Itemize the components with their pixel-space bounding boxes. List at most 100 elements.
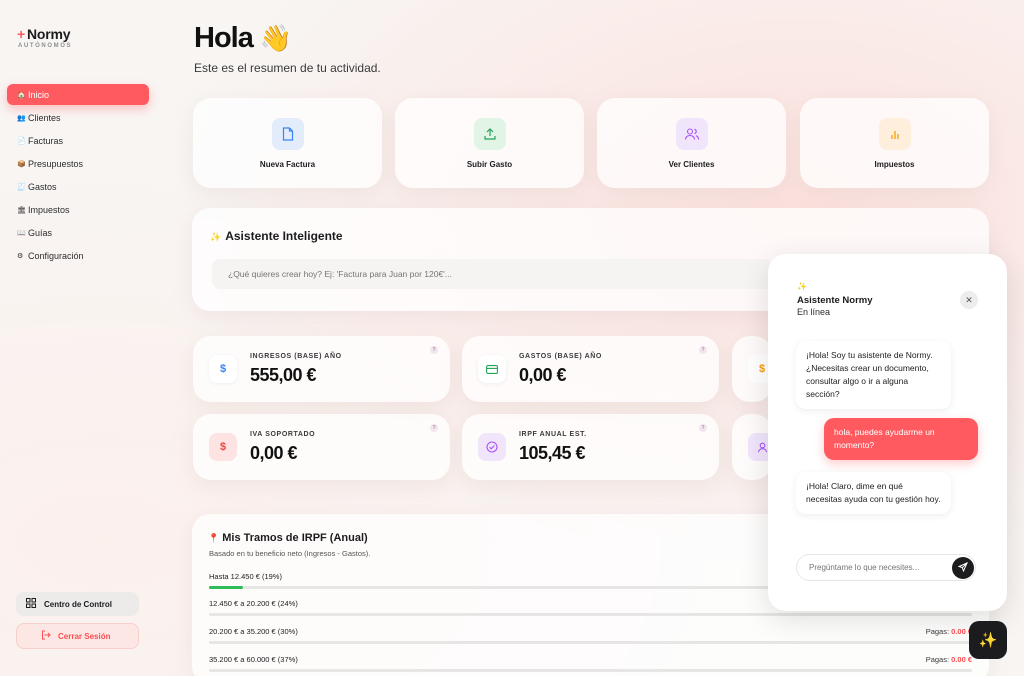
sidebar-item-presupuestos[interactable]: 📦 Presupuestos (7, 153, 149, 174)
sidebar-item-impuestos[interactable]: 🏛 Impuestos (7, 199, 149, 220)
sidebar-item-label: Inicio (28, 89, 50, 100)
stat-label: INGRESOS (BASE) AÑO (250, 353, 342, 360)
users-icon (675, 118, 708, 150)
chat-message-bot: ¡Hola! Soy tu asistente de Normy. ¿Neces… (796, 341, 951, 409)
assistant-fab-button[interactable]: ✨ (969, 621, 1007, 659)
quick-action-label: Nueva Factura (259, 160, 316, 169)
sidebar-item-label: Gastos (28, 181, 57, 192)
upload-icon (473, 118, 506, 150)
package-icon: 📦 (17, 160, 26, 168)
grid-icon (26, 598, 36, 610)
sidebar-item-label: Clientes (28, 112, 61, 123)
sidebar-item-label: Impuestos (28, 204, 70, 215)
stat-card-partial (732, 414, 772, 480)
sparkles-icon: ✨ (210, 232, 222, 242)
bank-icon: 🏛 (17, 206, 26, 214)
gear-icon: ⚙ (17, 252, 24, 260)
brand-name: Normy (26, 26, 71, 42)
stat-label: IVA SOPORTADO (250, 431, 316, 438)
send-icon (957, 559, 968, 577)
chat-message-bot: ¡Hola! Claro, dime en qué necesitas ayud… (796, 472, 951, 514)
waving-hand-icon: 👋 (259, 23, 292, 53)
sidebar-item-gastos[interactable]: 🧾 Gastos (7, 176, 149, 197)
sidebar-item-label: Presupuestos (28, 158, 84, 169)
dollar-icon: $ (209, 355, 237, 383)
bracket-label: 20.200 € a 35.200 € (30%) (209, 627, 298, 636)
house-icon: 🏠 (17, 91, 26, 99)
chat-message-user: hola, puedes ayudarme un momento? (824, 418, 978, 460)
sparkles-icon: ✨ (978, 632, 998, 649)
help-icon[interactable]: ? (430, 424, 438, 432)
paid-label: Pagas: (925, 655, 950, 664)
quick-action-label: Subir Gasto (466, 160, 513, 169)
logout-icon (41, 630, 51, 642)
stat-card-income: $ INGRESOS (BASE) AÑO 555,00 € ? (193, 336, 450, 402)
pin-icon: 📍 (208, 533, 220, 543)
chat-status: En línea (797, 307, 831, 317)
greeting-text: Hola (194, 22, 254, 54)
document-icon (271, 118, 304, 150)
quick-action-label: Ver Clientes (668, 160, 715, 169)
irpf-bracket-row: 35.200 € a 60.000 € (37%) Pagas: 0.00 € (209, 655, 972, 672)
send-button[interactable] (952, 557, 974, 579)
assistant-prompt-input[interactable] (212, 259, 772, 289)
page-subtitle: Este es el resumen de tu actividad. (194, 61, 381, 75)
paid-label: Pagas: (925, 627, 950, 636)
chat-input[interactable] (796, 554, 976, 581)
sidebar-item-label: Configuración (28, 250, 84, 261)
quick-action-taxes[interactable]: Impuestos (800, 98, 989, 188)
bracket-paid: Pagas: 0.00 € (926, 627, 972, 636)
bar-chart-icon (878, 118, 911, 150)
document-icon: 📄 (17, 137, 26, 145)
stat-label: IRPF ANUAL EST. (519, 431, 587, 438)
help-icon[interactable]: ? (430, 346, 438, 354)
chat-panel: ✨ Asistente Normy En línea ✕ ¡Hola! Soy … (768, 254, 1007, 611)
receipt-icon: 🧾 (17, 183, 26, 191)
stat-card-irpf: IRPF ANUAL EST. 105,45 € ? (462, 414, 719, 480)
irpf-title: 📍 Mis Tramos de IRPF (Anual) (208, 532, 368, 544)
quick-action-new-invoice[interactable]: Nueva Factura (193, 98, 382, 188)
sidebar-item-inicio[interactable]: 🏠 Inicio (7, 84, 149, 105)
users-icon: 👥 (17, 114, 26, 122)
sparkles-icon: ✨ (797, 282, 807, 291)
brand-subtitle: AUTÓNOMOS (18, 43, 73, 49)
brand-logo[interactable]: + Normy AUTÓNOMOS (17, 26, 72, 49)
quick-action-view-clients[interactable]: Ver Clientes (597, 98, 786, 188)
bracket-progress-bar (209, 613, 972, 616)
paid-value: 0.00 € (951, 655, 972, 664)
logout-button[interactable]: Cerrar Sesión (16, 623, 139, 649)
stat-value: 555,00 € (250, 365, 317, 385)
bracket-progress-fill (209, 586, 244, 589)
stat-value: 0,00 € (519, 365, 567, 385)
help-icon[interactable]: ? (699, 346, 707, 354)
card-icon (478, 355, 506, 383)
bracket-progress-bar (209, 641, 972, 644)
sidebar-nav: 🏠 Inicio 👥 Clientes 📄 Facturas 📦 Presupuesto… (7, 84, 149, 268)
check-icon (478, 433, 506, 461)
stat-card-partial: $ (732, 336, 772, 402)
page-title: Hola 👋 (194, 22, 292, 55)
bracket-label: 35.200 € a 60.000 € (37%) (209, 655, 298, 664)
plus-icon: + (17, 26, 25, 42)
sidebar-item-label: Facturas (28, 135, 64, 146)
assistant-title: ✨ Asistente Inteligente (210, 229, 343, 243)
control-center-label: Centro de Control (44, 599, 112, 609)
irpf-bracket-row: 20.200 € a 35.200 € (30%) Pagas: 0.00 € (209, 627, 972, 644)
stat-card-expenses: GASTOS (BASE) AÑO 0,00 € ? (462, 336, 719, 402)
sidebar-item-facturas[interactable]: 📄 Facturas (7, 130, 149, 151)
stat-card-vat: $ IVA SOPORTADO 0,00 € ? (193, 414, 450, 480)
assistant-title-text: Asistente Inteligente (225, 229, 343, 243)
sidebar-item-guias[interactable]: 📖 Guías (7, 222, 149, 243)
logout-label: Cerrar Sesión (58, 631, 111, 641)
close-icon[interactable]: ✕ (960, 291, 978, 309)
bracket-paid: Pagas: 0.00 € (926, 655, 972, 664)
quick-action-upload-expense[interactable]: Subir Gasto (395, 98, 584, 188)
dollar-icon: $ (209, 433, 237, 461)
sidebar: + Normy AUTÓNOMOS 🏠 Inicio 👥 Clientes 📄 Fact… (0, 0, 160, 676)
control-center-button[interactable]: Centro de Control (16, 592, 139, 616)
book-icon: 📖 (17, 229, 26, 237)
chat-title: Asistente Normy (797, 295, 873, 306)
help-icon[interactable]: ? (699, 424, 707, 432)
sidebar-item-clientes[interactable]: 👥 Clientes (7, 107, 149, 128)
sidebar-item-configuracion[interactable]: ⚙ Configuración (7, 245, 149, 266)
